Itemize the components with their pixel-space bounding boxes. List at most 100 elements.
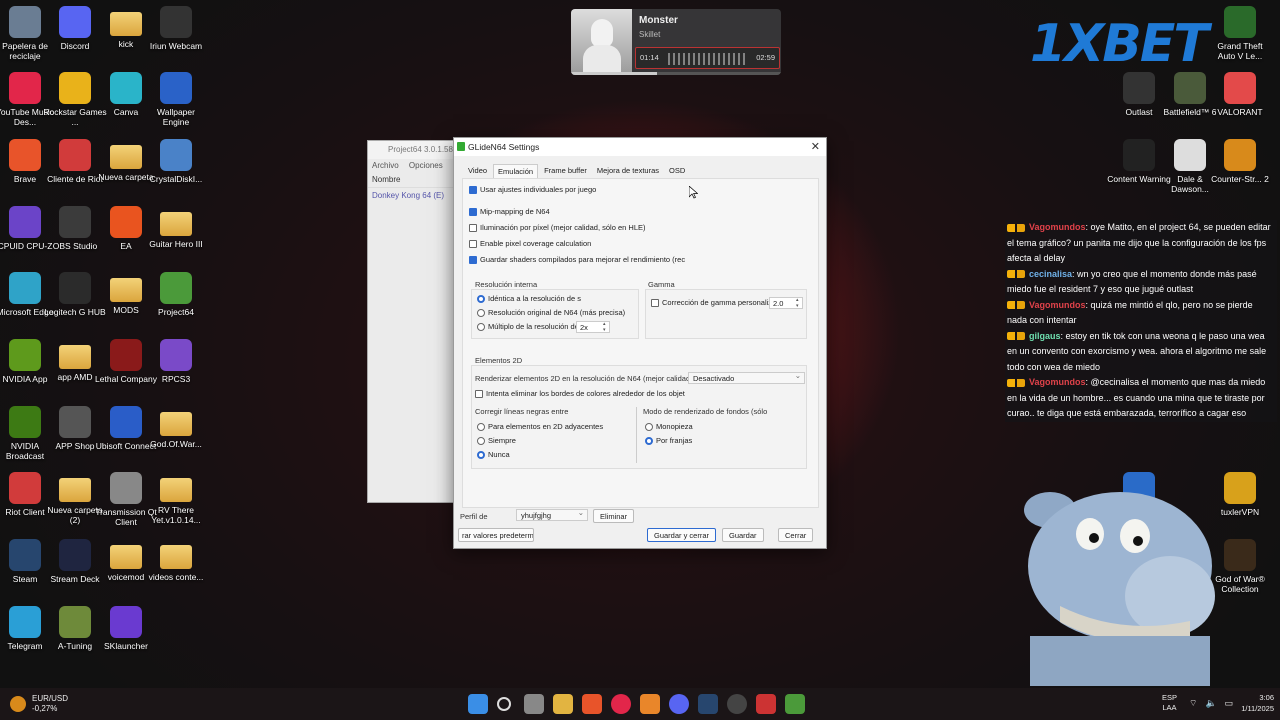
riot-taskbar-icon[interactable] bbox=[756, 694, 776, 714]
save-button[interactable]: Guardar bbox=[722, 528, 764, 542]
wifi-icon[interactable]: ⌔ bbox=[1189, 698, 1197, 709]
radio-resolucion-identica[interactable]: Idéntica a la resolución de s bbox=[477, 294, 581, 303]
stock-widget[interactable]: EUR/USD -0,27% bbox=[10, 694, 68, 714]
desktop-icon-c4-4[interactable]: Project64 bbox=[144, 272, 208, 317]
radio-lineas-adyacentes[interactable]: Para elementos en 2D adyacentes bbox=[477, 422, 603, 431]
desktop-icon-r3-2[interactable]: Counter-Str... 2 bbox=[1208, 139, 1272, 184]
desktop-icon-c4-0[interactable]: Iriun Webcam bbox=[144, 6, 208, 51]
chat-username[interactable]: Vagomundos bbox=[1029, 300, 1086, 310]
task-view-icon[interactable] bbox=[524, 694, 544, 714]
playback-bar[interactable]: 01:14 02:59 bbox=[635, 47, 780, 69]
folder-icon bbox=[160, 212, 192, 236]
desktop-icon-c4-2[interactable]: CrystalDiskI... bbox=[144, 139, 208, 184]
chat-username[interactable]: Vagomundos bbox=[1029, 377, 1086, 387]
save-close-button[interactable]: Guardar y cerrar bbox=[647, 528, 717, 542]
battlefield-icon bbox=[1174, 72, 1206, 104]
desktop-icon-c4-8[interactable]: videos conte... bbox=[144, 539, 208, 582]
app-taskbar-icon[interactable] bbox=[640, 694, 660, 714]
content-warning-icon bbox=[1123, 139, 1155, 171]
render-2d-select[interactable]: Desactivado bbox=[688, 371, 805, 384]
multiplier-spinbox[interactable]: 2x bbox=[576, 321, 610, 333]
battery-icon[interactable]: ▭ bbox=[1225, 698, 1234, 709]
radio-indicator bbox=[645, 436, 653, 445]
transmission-icon bbox=[110, 472, 142, 504]
radio-fondos-franjas[interactable]: Por franjas bbox=[645, 436, 692, 445]
file-explorer-icon[interactable] bbox=[553, 694, 573, 714]
god-of-war-icon bbox=[1224, 539, 1256, 571]
checkbox-gamma[interactable]: Corrección de gamma personaliz bbox=[651, 298, 772, 307]
project64-taskbar-icon[interactable] bbox=[785, 694, 805, 714]
chat-username[interactable]: cecinalisa bbox=[1029, 269, 1072, 279]
crystaldisk-icon bbox=[160, 139, 192, 171]
desktop-icon-label: SKlauncher bbox=[104, 641, 148, 651]
desktop-icon-c3-9[interactable]: SKlauncher bbox=[94, 606, 158, 651]
riot-client-icon bbox=[59, 139, 91, 171]
checkbox-pixel-coverage[interactable]: Enable pixel coverage calculation bbox=[469, 239, 591, 248]
close-button[interactable]: Cerrar bbox=[778, 528, 814, 542]
discord-icon bbox=[59, 6, 91, 38]
tab-video[interactable]: Video bbox=[464, 164, 491, 178]
checkbox-per-game[interactable]: Usar ajustes individuales por juego bbox=[469, 185, 596, 194]
desktop-icon-c4-1[interactable]: Wallpaper Engine bbox=[144, 72, 208, 127]
webcam-icon bbox=[160, 6, 192, 38]
radio-indicator bbox=[645, 422, 653, 431]
checkbox-save-shaders[interactable]: Guardar shaders compilados para mejorar … bbox=[469, 255, 685, 264]
chat-username[interactable]: gilgaus bbox=[1029, 331, 1061, 341]
desktop-icon-c4-6[interactable]: God.Of.War... bbox=[144, 406, 208, 449]
start-icon[interactable] bbox=[468, 694, 488, 714]
steam-taskbar-icon[interactable] bbox=[698, 694, 718, 714]
radio-resolucion-multiplo[interactable]: Múltiplo de la resolución de bbox=[477, 322, 579, 331]
close-icon[interactable]: ✕ bbox=[811, 140, 820, 153]
tab-osd[interactable]: OSD bbox=[665, 164, 689, 178]
youtube-music-taskbar-icon[interactable] bbox=[611, 694, 631, 714]
menu-opciones[interactable]: Opciones bbox=[409, 161, 443, 170]
nvidia-broadcast-icon bbox=[9, 406, 41, 438]
desktop-icon-label: Guitar Hero III bbox=[149, 239, 203, 249]
profile-select[interactable]: yhujfgjhg bbox=[516, 508, 588, 521]
desktop-icon-c4-7[interactable]: RV There Yet.v1.0.14... bbox=[144, 472, 208, 525]
taskbar-apps bbox=[468, 694, 814, 714]
radio-indicator bbox=[477, 422, 485, 431]
desktop-icon-c4-3[interactable]: Guitar Hero III bbox=[144, 206, 208, 249]
restore-defaults-button[interactable]: rar valores predeterm bbox=[458, 528, 534, 542]
music-widget[interactable]: Monster Skillet 01:14 02:59 bbox=[571, 9, 781, 75]
desktop-icon-r3-1[interactable]: VALORANT bbox=[1208, 72, 1272, 117]
desktop-icon-r3-0[interactable]: Grand Theft Auto V Le... bbox=[1208, 6, 1272, 61]
language-indicator[interactable]: ESP LAA bbox=[1162, 693, 1177, 713]
column-header-nombre[interactable]: Nombre bbox=[368, 172, 456, 188]
radio-fondos-monopieza[interactable]: Monopieza bbox=[645, 422, 693, 431]
chat-username[interactable]: Vagomundos bbox=[1029, 222, 1086, 232]
project64-menu: Archivo Opciones bbox=[368, 159, 456, 172]
checkbox-indicator bbox=[469, 239, 477, 248]
radio-lineas-nunca[interactable]: Nunca bbox=[477, 450, 510, 459]
tab-frame-buffer[interactable]: Frame buffer bbox=[540, 164, 591, 178]
checkbox-indicator bbox=[469, 255, 477, 264]
menu-archivo[interactable]: Archivo bbox=[372, 161, 399, 170]
desktop-icon-c4-5[interactable]: RPCS3 bbox=[144, 339, 208, 384]
delete-profile-button[interactable]: Eliminar bbox=[593, 509, 635, 523]
project64-icon bbox=[160, 272, 192, 304]
stock-icon bbox=[10, 696, 26, 712]
search-icon[interactable] bbox=[497, 697, 511, 711]
radio-indicator bbox=[477, 294, 485, 303]
volume-icon[interactable]: 🔈 bbox=[1205, 698, 1216, 709]
gliden64-logo-icon bbox=[457, 142, 465, 151]
checkbox-mipmapping[interactable]: Mip-mapping de N64 bbox=[469, 207, 550, 216]
tab-mejora-texturas[interactable]: Mejora de texturas bbox=[593, 164, 663, 178]
obs-icon bbox=[59, 206, 91, 238]
radio-resolucion-original[interactable]: Resolución original de N64 (más precisa) bbox=[477, 308, 625, 317]
progress-bar[interactable] bbox=[571, 72, 781, 75]
checkbox-remove-borders[interactable]: Intenta eliminar los bordes de colores a… bbox=[475, 389, 685, 398]
clock[interactable]: 3:06 1/11/2025 bbox=[1241, 692, 1274, 714]
project64-window[interactable]: Project64 3.0.1.588 Archivo Opciones Nom… bbox=[367, 140, 457, 503]
checkbox-per-pixel-lighting[interactable]: Iluminación por píxel (mejor calidad, só… bbox=[469, 223, 646, 232]
ea-icon bbox=[110, 206, 142, 238]
rom-row[interactable]: Donkey Kong 64 (E) bbox=[368, 188, 456, 203]
obs-taskbar-icon[interactable] bbox=[727, 694, 747, 714]
gamma-spinbox[interactable]: 2.0 bbox=[769, 297, 803, 309]
brave-taskbar-icon[interactable] bbox=[582, 694, 602, 714]
discord-taskbar-icon[interactable] bbox=[669, 694, 689, 714]
profile-label: Perfil de bbox=[460, 512, 488, 521]
radio-lineas-siempre[interactable]: Siempre bbox=[477, 436, 516, 445]
tab-emulacion[interactable]: Emulación bbox=[493, 164, 539, 178]
